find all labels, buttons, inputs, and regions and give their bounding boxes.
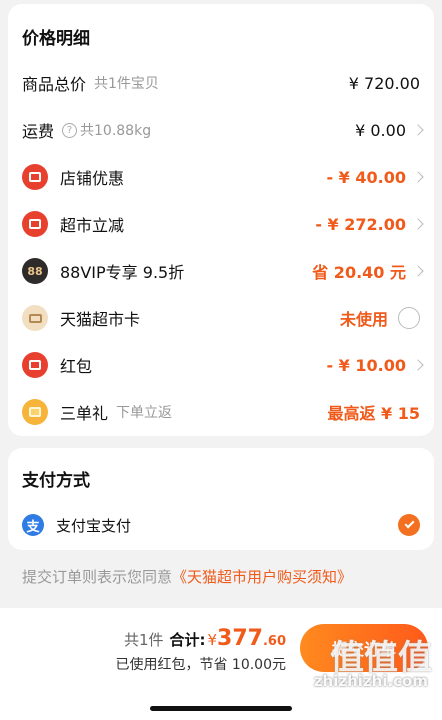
tmall-card-status: 未使用 (339, 310, 388, 329)
supermarket-cut-row[interactable]: 超市立减 - ¥ 272.00 (8, 201, 434, 247)
chevron-right-icon (412, 359, 424, 371)
payment-title: 支付方式 (22, 471, 90, 491)
alipay-selected-radio[interactable] (398, 514, 420, 536)
gift-card-icon (22, 399, 48, 425)
tmall-card-label: 天猫超市卡 (60, 310, 141, 329)
agreement-link[interactable]: 《天猫超市用户购买须知》 (172, 568, 352, 586)
agreement-prefix: 提交订单则表示您同意 (22, 568, 173, 586)
chevron-right-icon (412, 171, 424, 183)
chevron-right-icon (412, 265, 424, 277)
order-summary: 共1件 合计: ¥ 377 .60 (124, 626, 286, 651)
goods-total-value: ¥ 720.00 (348, 73, 420, 93)
three-order-label: 三单礼 (60, 404, 109, 423)
vip-label: 88VIP专享 9.5折 (60, 263, 185, 282)
coupon-icon (22, 164, 48, 190)
shipping-value: ¥ 0.00 (355, 120, 406, 140)
three-order-gift-row[interactable]: 三单礼 下单立返 最高返 ¥ 15 (8, 389, 434, 435)
vip-row[interactable]: 88 88VIP专享 9.5折 省 20.40 元 (8, 248, 434, 294)
vip-88-icon: 88 (22, 258, 48, 284)
shipping-row[interactable]: 运费 ? 共10.88kg ¥ 0.00 (8, 107, 434, 153)
shipping-label: 运费 (22, 122, 55, 141)
red-packet-row[interactable]: 红包 - ¥ 10.00 (8, 342, 434, 388)
saving-text: 已使用红包，节省 10.00元 (115, 657, 286, 673)
total-amount-int: 377 (217, 626, 263, 651)
agreement-text: 提交订单则表示您同意《天猫超市用户购买须知》 (22, 566, 352, 587)
alipay-label: 支付宝支付 (56, 516, 132, 535)
item-count: 共1件 (123, 631, 164, 649)
help-icon[interactable]: ? (62, 122, 78, 138)
red-packet-value: - ¥ 10.00 (326, 355, 406, 375)
alipay-icon: 支 (22, 514, 44, 536)
currency-symbol: ¥ (207, 631, 218, 649)
submit-order-button[interactable]: 提交订单 (300, 624, 428, 672)
three-order-sub: 下单立返 (116, 405, 173, 421)
shipping-weight: 共10.88kg (80, 123, 152, 139)
three-order-value: 最高返 ¥ 15 (327, 404, 420, 423)
price-detail-card: 价格明细 商品总价 共1件宝贝 ¥ 720.00 运费 ? 共10.88kg ¥… (8, 4, 434, 436)
price-detail-title: 价格明细 (22, 29, 90, 49)
total-label: 合计: (169, 631, 206, 649)
supermarket-cut-label: 超市立减 (60, 216, 125, 235)
store-discount-label: 店铺优惠 (60, 169, 125, 188)
tmall-card-row[interactable]: 天猫超市卡 未使用 (8, 295, 434, 341)
supermarket-cut-value: - ¥ 272.00 (315, 214, 406, 234)
total-amount-dec: .60 (262, 634, 286, 649)
vip-saving-value: 省 20.40 元 (312, 263, 406, 282)
goods-total-row: 商品总价 共1件宝贝 ¥ 720.00 (8, 60, 434, 106)
watermark-url: zhizhizhi.com (313, 672, 428, 690)
goods-total-count: 共1件宝贝 (94, 76, 159, 92)
goods-total-label: 商品总价 (22, 75, 87, 94)
home-indicator[interactable] (150, 706, 292, 711)
chevron-right-icon (412, 218, 424, 230)
store-discount-row[interactable]: 店铺优惠 - ¥ 40.00 (8, 154, 434, 200)
discount-tag-icon (22, 211, 48, 237)
red-packet-label: 红包 (60, 357, 93, 376)
red-packet-icon (22, 352, 48, 378)
alipay-row[interactable]: 支 支付宝支付 (8, 502, 434, 548)
chevron-right-icon (412, 124, 424, 136)
store-discount-value: - ¥ 40.00 (326, 167, 406, 187)
card-icon (22, 305, 48, 331)
tmall-card-radio[interactable] (398, 307, 420, 329)
payment-method-card: 支付方式 支 支付宝支付 (8, 448, 434, 550)
checkout-bar: 共1件 合计: ¥ 377 .60 已使用红包，节省 10.00元 提交订单 值… (0, 608, 442, 720)
